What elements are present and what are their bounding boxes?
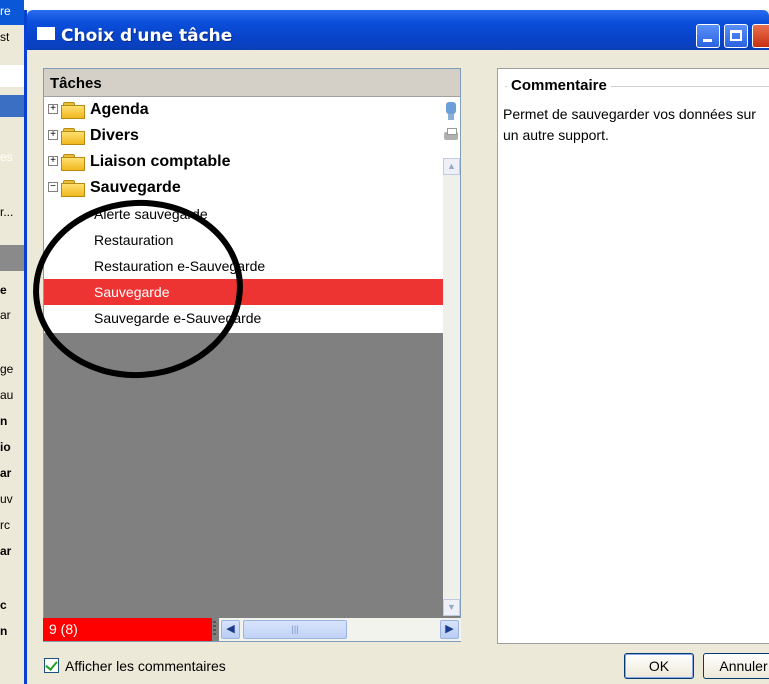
expand-icon[interactable]: + <box>48 130 58 140</box>
comment-text: Permet de sauvegarder vos données sur un… <box>503 106 756 143</box>
folder-icon <box>61 128 87 145</box>
background-fragment: ar <box>0 466 12 480</box>
collapse-icon[interactable]: − <box>48 182 58 192</box>
tree-category-divers[interactable]: + Divers <box>44 123 460 149</box>
tree-category-liaison-comptable[interactable]: + Liaison comptable <box>44 149 460 175</box>
ok-button[interactable]: OK <box>624 653 694 679</box>
background-band <box>0 245 24 271</box>
horizontal-scrollbar[interactable]: ◀ ||| ▶ <box>219 618 461 641</box>
cancel-button[interactable]: Annuler <box>703 653 769 679</box>
window-icon <box>37 27 55 40</box>
tree-category-label: Liaison comptable <box>90 153 231 170</box>
show-comments-label[interactable]: Afficher les commentaires <box>65 658 226 674</box>
show-comments-checkbox[interactable] <box>44 658 59 673</box>
tree-category-label: Divers <box>90 127 139 144</box>
background-fragment: ar <box>0 308 11 322</box>
background-fragment: rc <box>0 518 10 532</box>
tree-category-label: Agenda <box>90 101 149 118</box>
background-app: re st es r... e ar ge au n io ar uv rc a… <box>0 0 24 684</box>
scroll-up-icon[interactable]: ▲ <box>443 158 460 175</box>
item-count: 9 (8) <box>43 618 212 641</box>
background-fragment: c <box>0 598 7 612</box>
print-icon[interactable] <box>444 128 458 144</box>
background-fragment: io <box>0 440 11 454</box>
tree-header[interactable]: Tâches <box>44 69 460 97</box>
background-tab <box>0 95 24 117</box>
tree-category-agenda[interactable]: + Agenda <box>44 97 460 123</box>
status-strip: 9 (8) ◀ ||| ▶ <box>43 618 461 641</box>
help-icon[interactable] <box>444 102 458 122</box>
scroll-down-icon[interactable]: ▼ <box>443 599 460 616</box>
background-fragment: st <box>0 30 10 44</box>
expand-icon[interactable]: + <box>48 156 58 166</box>
scroll-right-icon[interactable]: ▶ <box>440 620 459 639</box>
tree-category-sauvegarde[interactable]: − Sauvegarde <box>44 175 460 201</box>
minimize-button[interactable] <box>696 24 720 48</box>
background-fragment: r... <box>0 205 14 219</box>
tree-category-label: Sauvegarde <box>90 179 181 196</box>
vertical-scrollbar[interactable]: ▲ ▼ <box>443 158 460 616</box>
expand-icon[interactable]: + <box>48 104 58 114</box>
window-title: Choix d'une tâche <box>61 26 233 46</box>
maximize-button[interactable] <box>724 24 748 48</box>
comment-title: Commentaire <box>507 77 611 94</box>
background-fragment: n <box>0 414 8 428</box>
close-button[interactable] <box>752 24 769 48</box>
background-field <box>0 65 24 87</box>
folder-icon <box>61 102 87 119</box>
comment-panel <box>497 68 769 644</box>
scroll-thumb[interactable]: ||| <box>243 620 347 639</box>
background-fragment: au <box>0 388 14 402</box>
folder-open-icon <box>61 180 87 197</box>
background-fragment: e <box>0 283 7 297</box>
folder-icon <box>61 154 87 171</box>
background-fragment: n <box>0 624 8 638</box>
background-fragment: uv <box>0 492 13 506</box>
scroll-left-icon[interactable]: ◀ <box>221 620 240 639</box>
background-fragment: ge <box>0 362 14 376</box>
tree-header-label: Tâches <box>50 75 102 92</box>
title-bar[interactable]: Choix d'une tâche <box>27 10 769 50</box>
background-fragment: re <box>0 4 11 18</box>
background-fragment: ar <box>0 544 12 558</box>
background-fragment: es <box>0 150 13 164</box>
splitter-grip-icon[interactable] <box>213 621 216 637</box>
